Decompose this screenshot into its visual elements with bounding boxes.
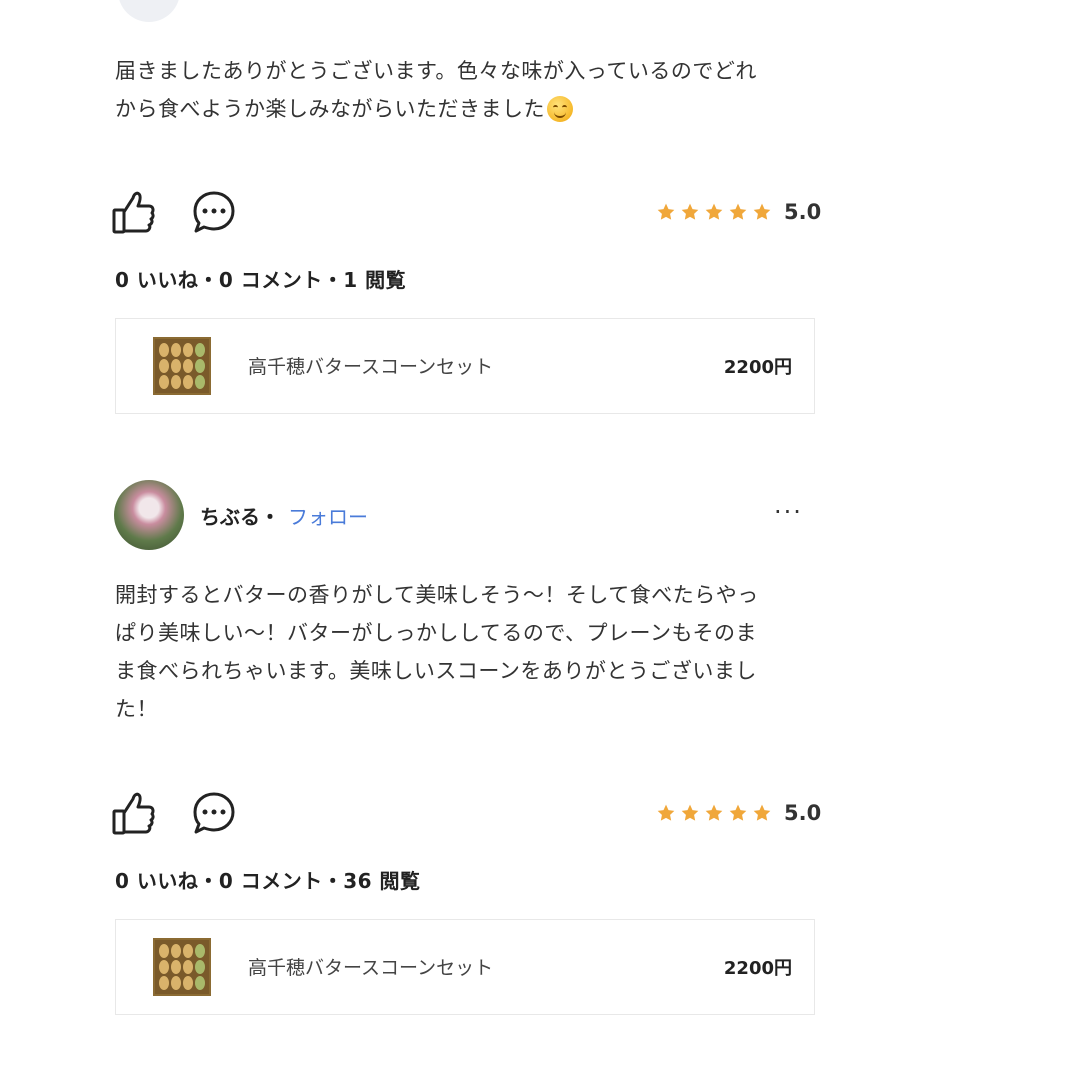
product-thumbnail [153, 938, 211, 996]
rating-value: 5.0 [784, 200, 822, 224]
thumbs-up-icon [112, 792, 155, 835]
like-button[interactable] [110, 188, 158, 236]
star-icon [729, 203, 747, 220]
product-name: 高千穂バタースコーンセット [248, 356, 494, 378]
more-icon[interactable]: ··· [774, 498, 803, 526]
star-icon [753, 804, 771, 821]
comment-button[interactable] [190, 789, 238, 837]
product-name: 高千穂バタースコーンセット [248, 957, 494, 979]
star-icon [705, 203, 723, 220]
comment-icon [193, 792, 235, 834]
review-text: 開封するとバターの香りがして美味しそう〜！そして食べたらやっ ぱり美味しい〜！バ… [115, 583, 759, 721]
thumbs-up-icon [112, 191, 155, 234]
user-avatar[interactable] [114, 480, 184, 550]
product-thumbnail [153, 337, 211, 395]
comment-button[interactable] [190, 188, 238, 236]
product-card[interactable]: 高千穂バタースコーンセット 2200円 [115, 318, 815, 414]
star-icon [657, 203, 675, 220]
rating: 5.0 [656, 200, 821, 224]
like-button[interactable] [110, 789, 158, 837]
previous-avatar[interactable] [118, 0, 180, 22]
username[interactable]: ちぶる・ [200, 501, 280, 530]
review-stats: 0 いいね・0 コメント・1 閲覧 [115, 268, 407, 292]
star-icon [729, 804, 747, 821]
product-card[interactable]: 高千穂バタースコーンセット 2200円 [115, 919, 815, 1015]
product-price: 2200円 [723, 357, 792, 378]
review-text: 届きましたありがとうございます。色々な味が入っているのでどれ から食べようか楽し… [115, 59, 757, 122]
star-icon [753, 203, 771, 220]
review-stats: 0 いいね・0 コメント・36 閲覧 [115, 869, 421, 893]
star-icon [681, 203, 699, 220]
rating-value: 5.0 [784, 801, 822, 825]
follow-button[interactable]: フォロー [288, 501, 368, 530]
product-price: 2200円 [723, 958, 792, 979]
star-icon [681, 804, 699, 821]
comment-icon [193, 191, 235, 233]
smile-emoji-icon [547, 96, 573, 122]
star-icon [705, 804, 723, 821]
star-icon [657, 804, 675, 821]
rating: 5.0 [656, 801, 821, 825]
